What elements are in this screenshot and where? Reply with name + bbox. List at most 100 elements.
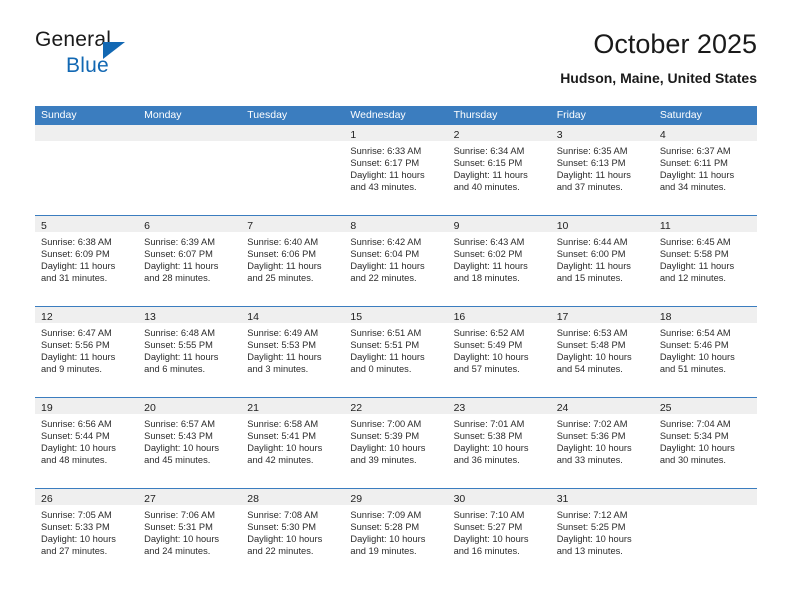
day-number: 5 — [41, 220, 47, 232]
day-number-band: 18 — [653, 307, 757, 323]
sunset-text: Sunset: 5:56 PM — [41, 340, 110, 351]
sunset-text: Sunset: 5:48 PM — [556, 340, 626, 351]
sun-info: Sunrise: 6:40 AM Sunset: 6:06 PM Daylight:… — [241, 232, 344, 284]
daylight-text-line1: Daylight: 10 hours — [556, 443, 632, 454]
calendar-week-row: 26 Sunrise: 7:05 AM Sunset: 5:33 PM Dayligh… — [35, 488, 757, 579]
calendar-day-cell[interactable]: 5 Sunrise: 6:38 AM Sunset: 6:09 PM Daylight… — [35, 216, 139, 306]
sunset-text: Sunset: 6:02 PM — [453, 249, 523, 260]
calendar-weeks: 1 Sunrise: 6:33 AM Sunset: 6:17 PM Daylight… — [35, 125, 757, 579]
calendar-day-cell[interactable]: 26 Sunrise: 7:05 AM Sunset: 5:33 PM Dayligh… — [35, 489, 139, 579]
day-number-band: 16 — [447, 307, 551, 323]
calendar-day-cell[interactable]: 18 Sunrise: 6:54 AM Sunset: 5:46 PM Dayligh… — [653, 307, 757, 397]
sun-info: Sunrise: 6:49 AM Sunset: 5:53 PM Daylight:… — [241, 323, 344, 375]
sun-info: Sunrise: 6:43 AM Sunset: 6:02 PM Daylight:… — [448, 232, 551, 284]
calendar-day-cell-empty — [138, 125, 242, 215]
calendar-week-row: 19 Sunrise: 6:56 AM Sunset: 5:44 PM Dayligh… — [35, 397, 757, 488]
sun-info: Sunrise: 7:04 AM Sunset: 5:34 PM Daylight:… — [654, 414, 757, 466]
daylight-text-line1: Daylight: 10 hours — [453, 534, 529, 545]
day-number: 29 — [350, 493, 363, 505]
day-number-band: 4 — [653, 125, 757, 141]
calendar-day-cell[interactable]: 20 Sunrise: 6:57 AM Sunset: 5:43 PM Dayligh… — [138, 398, 242, 488]
calendar-day-cell[interactable]: 7 Sunrise: 6:40 AM Sunset: 6:06 PM Daylight… — [241, 216, 345, 306]
daylight-text-line2: and 30 minutes. — [659, 455, 726, 466]
calendar-day-cell[interactable]: 12 Sunrise: 6:47 AM Sunset: 5:56 PM Dayligh… — [35, 307, 139, 397]
sun-info: Sunrise: 6:33 AM Sunset: 6:17 PM Daylight:… — [344, 141, 447, 193]
daylight-text-line1: Daylight: 11 hours — [247, 261, 322, 272]
sunrise-text: Sunrise: 6:54 AM — [659, 328, 731, 338]
day-of-week-saturday: Saturday — [659, 109, 702, 121]
sunrise-text: Sunrise: 6:47 AM — [41, 328, 112, 338]
sun-info: Sunrise: 6:39 AM Sunset: 6:07 PM Daylight:… — [138, 232, 241, 284]
calendar-day-cell[interactable]: 16 Sunrise: 6:52 AM Sunset: 5:49 PM Dayligh… — [447, 307, 551, 397]
calendar-day-cell[interactable]: 28 Sunrise: 7:08 AM Sunset: 5:30 PM Dayligh… — [241, 489, 345, 579]
day-number-band: 14 — [241, 307, 345, 323]
calendar-day-cell[interactable]: 6 Sunrise: 6:39 AM Sunset: 6:07 PM Daylight… — [138, 216, 242, 306]
calendar-day-cell[interactable]: 21 Sunrise: 6:58 AM Sunset: 5:41 PM Dayligh… — [241, 398, 345, 488]
calendar-day-cell[interactable]: 8 Sunrise: 6:42 AM Sunset: 6:04 PM Daylight… — [344, 216, 448, 306]
calendar-day-cell[interactable]: 30 Sunrise: 7:10 AM Sunset: 5:27 PM Dayligh… — [447, 489, 551, 579]
calendar-day-cell[interactable]: 4 Sunrise: 6:37 AM Sunset: 6:11 PM Daylight… — [653, 125, 757, 215]
day-number: 15 — [350, 311, 363, 323]
sun-info: Sunrise: 6:58 AM Sunset: 5:41 PM Daylight:… — [241, 414, 344, 466]
sunset-text: Sunset: 5:28 PM — [350, 522, 420, 533]
day-number-band: 13 — [138, 307, 242, 323]
day-number-band: 23 — [447, 398, 551, 414]
logo-text-blue: Blue — [66, 54, 109, 77]
sun-info: Sunrise: 7:05 AM Sunset: 5:33 PM Daylight:… — [35, 505, 138, 557]
calendar-day-cell[interactable]: 13 Sunrise: 6:48 AM Sunset: 5:55 PM Dayligh… — [138, 307, 242, 397]
daylight-text-line2: and 42 minutes. — [247, 455, 314, 466]
calendar-day-cell[interactable]: 31 Sunrise: 7:12 AM Sunset: 5:25 PM Dayligh… — [550, 489, 654, 579]
calendar-day-cell[interactable]: 1 Sunrise: 6:33 AM Sunset: 6:17 PM Daylight… — [344, 125, 448, 215]
calendar-day-cell[interactable]: 29 Sunrise: 7:09 AM Sunset: 5:28 PM Dayligh… — [344, 489, 448, 579]
calendar-day-cell[interactable]: 14 Sunrise: 6:49 AM Sunset: 5:53 PM Dayligh… — [241, 307, 345, 397]
day-number-band: 31 — [550, 489, 654, 505]
sunrise-text: Sunrise: 6:48 AM — [144, 328, 215, 338]
day-number: 17 — [556, 311, 569, 323]
sunset-text: Sunset: 5:36 PM — [556, 431, 626, 442]
sunrise-text: Sunrise: 7:08 AM — [247, 510, 319, 520]
calendar-day-cell[interactable]: 10 Sunrise: 6:44 AM Sunset: 6:00 PM Dayligh… — [550, 216, 654, 306]
calendar-day-cell[interactable]: 24 Sunrise: 7:02 AM Sunset: 5:36 PM Dayligh… — [550, 398, 654, 488]
sunrise-text: Sunrise: 6:40 AM — [247, 237, 319, 247]
sunrise-text: Sunrise: 6:57 AM — [144, 419, 215, 429]
daylight-text-line2: and 40 minutes. — [453, 182, 520, 193]
sun-info: Sunrise: 6:45 AM Sunset: 5:58 PM Daylight:… — [654, 232, 757, 284]
generalblue-logo[interactable]: General Blue — [35, 28, 235, 88]
calendar-day-cell[interactable]: 3 Sunrise: 6:35 AM Sunset: 6:13 PM Daylight… — [550, 125, 654, 215]
sunset-text: Sunset: 5:55 PM — [144, 340, 213, 351]
day-number: 18 — [659, 311, 672, 323]
calendar-day-cell[interactable]: 19 Sunrise: 6:56 AM Sunset: 5:44 PM Dayligh… — [35, 398, 139, 488]
day-number: 7 — [247, 220, 254, 232]
calendar-day-cell[interactable]: 9 Sunrise: 6:43 AM Sunset: 6:02 PM Daylight… — [447, 216, 551, 306]
daylight-text-line1: Daylight: 11 hours — [659, 170, 735, 181]
calendar-day-cell[interactable]: 25 Sunrise: 7:04 AM Sunset: 5:34 PM Dayligh… — [653, 398, 757, 488]
day-number: 20 — [144, 402, 156, 414]
daylight-text-line1: Daylight: 10 hours — [453, 443, 529, 454]
daylight-text-line2: and 57 minutes. — [453, 364, 520, 375]
sunset-text: Sunset: 5:44 PM — [41, 431, 110, 442]
calendar-day-cell[interactable]: 11 Sunrise: 6:45 AM Sunset: 5:58 PM Dayligh… — [653, 216, 757, 306]
sunset-text: Sunset: 5:38 PM — [453, 431, 523, 442]
calendar-day-cell[interactable]: 27 Sunrise: 7:06 AM Sunset: 5:31 PM Dayligh… — [138, 489, 242, 579]
sunrise-text: Sunrise: 6:58 AM — [247, 419, 319, 429]
page-title: October 2025 — [593, 29, 757, 59]
sun-info: Sunrise: 6:34 AM Sunset: 6:15 PM Daylight:… — [448, 141, 551, 193]
calendar-page: General Blue October 2025 Hudson, Maine,… — [0, 0, 792, 612]
daylight-text-line2: and 18 minutes. — [453, 273, 520, 284]
day-number-band: 20 — [138, 398, 242, 414]
sun-info: Sunrise: 7:12 AM Sunset: 5:25 PM Daylight:… — [551, 505, 654, 557]
calendar-day-cell[interactable]: 22 Sunrise: 7:00 AM Sunset: 5:39 PM Dayligh… — [344, 398, 448, 488]
day-number-band: 11 — [653, 216, 757, 232]
daylight-text-line1: Daylight: 11 hours — [247, 352, 322, 363]
sun-info: Sunrise: 7:10 AM Sunset: 5:27 PM Daylight:… — [448, 505, 551, 557]
calendar-day-cell[interactable]: 2 Sunrise: 6:34 AM Sunset: 6:15 PM Daylight… — [447, 125, 551, 215]
calendar-day-cell[interactable]: 15 Sunrise: 6:51 AM Sunset: 5:51 PM Dayligh… — [344, 307, 448, 397]
daylight-text-line1: Daylight: 10 hours — [350, 443, 426, 454]
daylight-text-line2: and 33 minutes. — [556, 455, 623, 466]
day-number-band: 21 — [241, 398, 345, 414]
calendar-day-cell[interactable]: 23 Sunrise: 7:01 AM Sunset: 5:38 PM Dayligh… — [447, 398, 551, 488]
daylight-text-line2: and 28 minutes. — [144, 273, 211, 284]
sunrise-text: Sunrise: 6:45 AM — [659, 237, 731, 247]
daylight-text-line1: Daylight: 11 hours — [453, 170, 528, 181]
calendar-day-cell[interactable]: 17 Sunrise: 6:53 AM Sunset: 5:48 PM Dayligh… — [550, 307, 654, 397]
